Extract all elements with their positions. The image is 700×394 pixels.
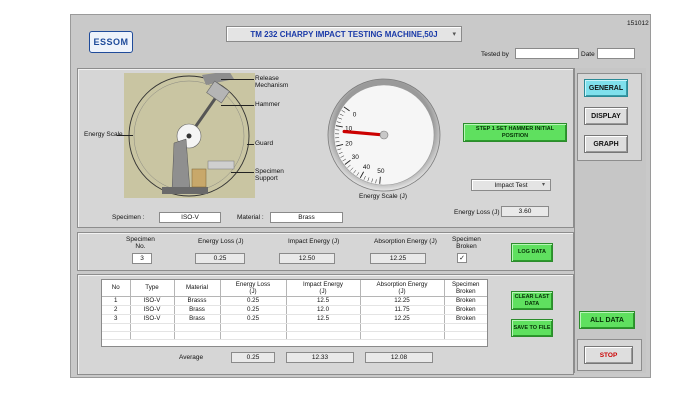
gauge-tick-label: 30 — [352, 154, 360, 161]
logo-text: ESSOM — [93, 37, 129, 47]
table-header-row: No Type Material Energy Loss (J) Impact … — [102, 280, 487, 297]
col-no: No — [102, 280, 131, 297]
tested-by-field[interactable] — [515, 48, 579, 59]
nav-display-button[interactable]: DISPLAY — [584, 107, 628, 125]
leader-line — [221, 105, 254, 106]
col-specimen-broken: Specimen Broken — [444, 280, 487, 297]
stop-button[interactable]: STOP — [584, 346, 633, 364]
title-selector[interactable]: TM 232 CHARPY IMPACT TESTING MACHINE,50J… — [226, 26, 462, 42]
col-type: Type — [130, 280, 175, 297]
mode-select-value: Impact Test — [494, 181, 528, 189]
average-label: Average — [179, 354, 204, 361]
summary-header-specimen-no: Specimen No. — [126, 236, 155, 250]
summary-impact-energy: 12.50 — [279, 253, 335, 264]
specimen-label: Specimen : — [112, 214, 145, 221]
table-row[interactable]: 3 ISO-V Brass 0.25 12.5 12.25 Broken — [102, 314, 487, 324]
label-release-mechanism: Release Mechanism — [255, 75, 289, 89]
date-label: Date — [581, 51, 595, 58]
title-text: TM 232 CHARPY IMPACT TESTING MACHINE,50J — [250, 29, 438, 39]
gauge-tick-label: 0 — [353, 112, 357, 119]
save-to-file-button[interactable]: SAVE TO FILE — [511, 319, 553, 337]
pendulum-illustration — [124, 71, 255, 198]
chevron-down-icon: ▾ — [541, 182, 545, 188]
tested-by-label: Tested by — [481, 51, 509, 58]
clear-last-data-button[interactable]: CLEAR LAST DATA — [511, 291, 553, 310]
summary-header-absorption-energy: Absorption Energy (J) — [374, 238, 437, 245]
summary-energy-loss: 0.25 — [195, 253, 245, 264]
average-energy-loss: 0.25 — [231, 352, 275, 363]
summary-header-energy-loss: Energy Loss (J) — [198, 238, 244, 245]
all-data-button[interactable]: ALL DATA — [579, 311, 635, 329]
col-energy-loss: Energy Loss (J) — [220, 280, 287, 297]
date-field[interactable] — [597, 48, 635, 59]
col-absorption-energy: Absorption Energy (J) — [360, 280, 445, 297]
specimen-broken-checkbox[interactable]: ✓ — [457, 253, 467, 263]
page-code: 151012 — [627, 20, 649, 27]
data-table: No Type Material Energy Loss (J) Impact … — [102, 280, 487, 340]
gauge-major-tick — [379, 176, 381, 184]
table-row[interactable]: 2 ISO-V Brass 0.25 12.0 11.75 Broken — [102, 305, 487, 315]
energy-gauge-dial: 01020304050 — [327, 78, 441, 192]
app-window: 151012 ESSOM TM 232 CHARPY IMPACT TESTIN… — [70, 14, 651, 378]
gauge-caption: Energy Scale (J) — [359, 193, 408, 200]
gauge-hub — [379, 130, 389, 140]
set-hammer-initial-position-button[interactable]: STEP 1 SET HAMMER INITIAL POSITION — [463, 123, 567, 142]
label-hammer: Hammer — [255, 101, 280, 108]
average-absorption-energy: 12.08 — [365, 352, 433, 363]
leader-line — [117, 135, 133, 136]
machine-diagram — [124, 71, 255, 198]
average-impact-energy: 12.33 — [286, 352, 354, 363]
summary-header-impact-energy: Impact Energy (J) — [288, 238, 340, 245]
leader-line — [231, 172, 254, 173]
log-data-button[interactable]: LOG DATA — [511, 243, 553, 262]
table-row — [102, 331, 487, 340]
leader-line — [221, 79, 254, 80]
gauge-tick-label: 20 — [345, 140, 353, 147]
specimen-field[interactable]: ISO-V — [159, 212, 221, 223]
data-table-container: No Type Material Energy Loss (J) Impact … — [101, 279, 488, 347]
leader-line — [247, 144, 254, 145]
table-row[interactable]: 1 ISO-V Brasss 0.25 12.5 12.25 Broken — [102, 296, 487, 306]
col-material: Material — [174, 280, 221, 297]
summary-specimen-no[interactable]: 3 — [132, 253, 152, 264]
mode-select[interactable]: Impact Test ▾ — [471, 179, 551, 191]
table-row — [102, 323, 487, 332]
energy-loss-value: 3.60 — [501, 206, 549, 217]
essom-logo: ESSOM — [89, 31, 133, 53]
energy-gauge: 0 10 20 30 40 50 — [324, 75, 444, 195]
summary-absorption-energy: 12.25 — [370, 253, 426, 264]
material-field[interactable]: Brass — [270, 212, 343, 223]
col-impact-energy: Impact Energy (J) — [286, 280, 361, 297]
label-specimen-support: Specimen Support — [255, 168, 284, 182]
gauge-tick-label: 40 — [363, 164, 371, 171]
summary-header-specimen-broken: Specimen Broken — [452, 236, 481, 250]
material-label: Material : — [237, 214, 264, 221]
gauge-tick-label: 50 — [377, 168, 385, 175]
chevron-down-icon: ▾ — [452, 31, 456, 38]
energy-loss-label: Energy Loss (J) — [454, 209, 500, 216]
label-guard: Guard — [255, 140, 274, 147]
nav-general-button[interactable]: GENERAL — [584, 79, 628, 97]
nav-graph-button[interactable]: GRAPH — [584, 135, 628, 153]
